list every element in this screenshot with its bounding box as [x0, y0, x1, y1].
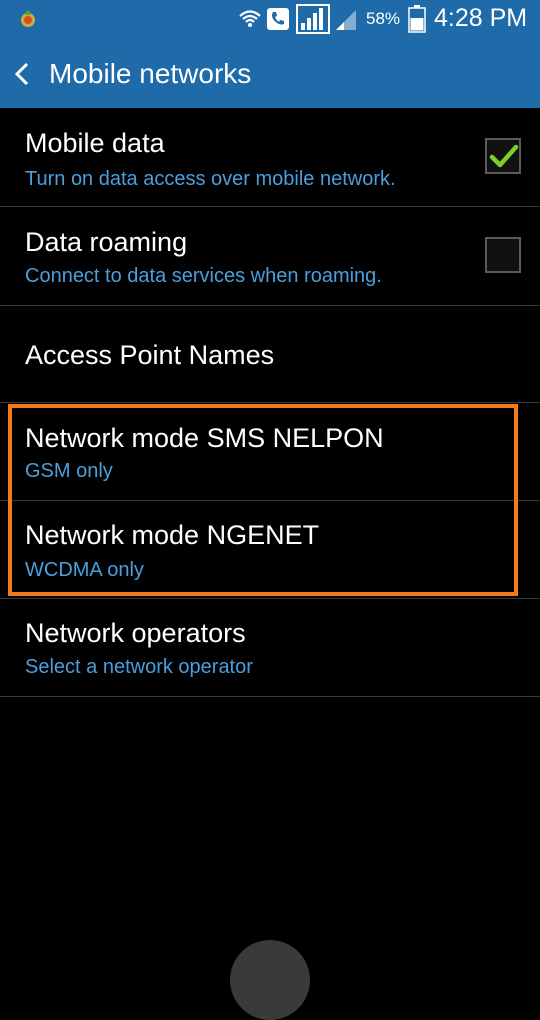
signal-secondary-icon: [336, 10, 356, 30]
checkmark-icon: [489, 144, 519, 168]
setting-mobile-data[interactable]: Mobile data Turn on data access over mob…: [0, 108, 540, 207]
clock: 4:28 PM: [434, 4, 528, 32]
setting-title: Access Point Names: [25, 340, 275, 370]
action-bar: Mobile networks: [0, 38, 540, 108]
data-roaming-checkbox[interactable]: [485, 237, 521, 273]
signal-icon: [296, 4, 330, 34]
page-title[interactable]: Mobile networks: [49, 58, 251, 90]
setting-subtitle: Turn on data access over mobile network.: [25, 168, 396, 190]
call-icon: [267, 8, 289, 30]
setting-title: Data roaming: [25, 227, 188, 257]
setting-title: Mobile data: [25, 128, 165, 158]
setting-data-roaming[interactable]: Data roaming Connect to data services wh…: [0, 207, 540, 306]
chevron-left-icon[interactable]: [12, 62, 32, 86]
floating-button[interactable]: [230, 940, 310, 1020]
battery-icon: [408, 5, 426, 33]
setting-title: Network operators: [25, 618, 246, 648]
highlight-box: [8, 404, 518, 596]
status-bar: 58% 4:28 PM: [0, 0, 540, 38]
wifi-icon: [239, 10, 261, 27]
setting-subtitle: Select a network operator: [25, 656, 253, 678]
setting-subtitle: Connect to data services when roaming.: [25, 265, 382, 287]
app-notification-icon: [21, 11, 35, 27]
mobile-data-checkbox[interactable]: [485, 138, 521, 174]
setting-network-operators[interactable]: Network operators Select a network opera…: [0, 599, 540, 697]
battery-percent: 58%: [366, 9, 401, 28]
setting-access-point-names[interactable]: Access Point Names: [0, 306, 540, 403]
